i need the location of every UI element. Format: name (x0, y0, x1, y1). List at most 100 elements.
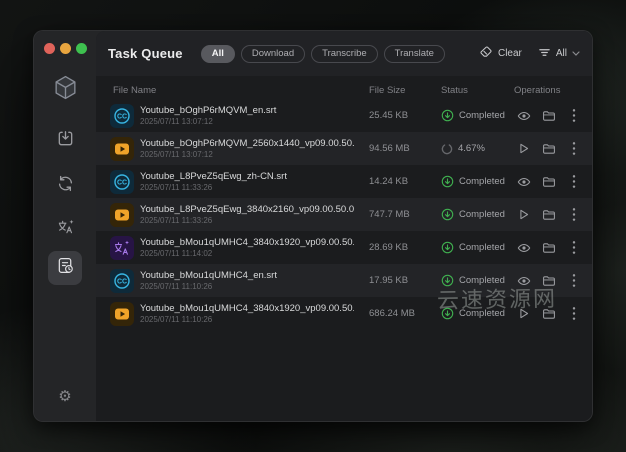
video-play-icon (110, 203, 134, 227)
status-text: Completed (459, 275, 505, 286)
file-name: Youtube_bMou1qUMHC4_en.srt (140, 270, 354, 281)
table-row[interactable]: Youtube_bOghP6rMQVM_2560x1440_vp09.00.50… (96, 132, 592, 165)
folder-icon[interactable] (541, 174, 556, 189)
status-cell: Completed (441, 274, 513, 287)
file-name: Youtube_L8PveZ5qEwg_3840x2160_vp09.00.50… (140, 204, 354, 215)
column-file-name: File Name (113, 85, 369, 96)
filter-dropdown[interactable]: All (538, 46, 580, 62)
spinner-icon (441, 143, 453, 155)
tab-download[interactable]: Download (241, 45, 305, 63)
eye-icon[interactable] (516, 240, 531, 255)
filter-tabs: All Download Transcribe Translate (201, 45, 445, 63)
table-row[interactable]: CCYoutube_bOghP6rMQVM_en.srt2025/07/11 1… (96, 99, 592, 132)
file-name: Youtube_bOghP6rMQVM_2560x1440_vp09.00.50… (140, 138, 354, 149)
table-row[interactable]: Youtube_L8PveZ5qEwg_3840x2160_vp09.00.50… (96, 198, 592, 231)
window-controls (44, 43, 87, 54)
more-icon[interactable] (566, 174, 581, 189)
zoom-window-button[interactable] (76, 43, 87, 54)
file-size: 14.24 KB (369, 176, 441, 187)
desktop-background: ⚙ Task Queue All Download Transcribe Transl… (0, 0, 626, 452)
operations-cell (513, 141, 581, 156)
sidebar-item-task-queue[interactable] (48, 251, 82, 285)
folder-icon[interactable] (541, 306, 556, 321)
download-tray-icon (56, 129, 75, 153)
status-text: Completed (459, 110, 505, 121)
column-operations: Operations (514, 85, 592, 96)
cube-logo (52, 74, 79, 106)
file-date: 2025/07/11 11:14:02 (140, 249, 369, 258)
table-header: File Name File Size Status Operations (96, 82, 592, 99)
folder-icon[interactable] (541, 273, 556, 288)
tab-transcribe[interactable]: Transcribe (311, 45, 378, 63)
filter-dropdown-value: All (556, 48, 567, 59)
column-status: Status (441, 85, 514, 96)
chevron-down-icon (572, 48, 580, 59)
more-icon[interactable] (566, 240, 581, 255)
filter-lines-icon (538, 46, 551, 62)
eye-icon[interactable] (516, 273, 531, 288)
gear-icon: ⚙ (58, 387, 71, 405)
svg-text:CC: CC (117, 113, 127, 120)
play-icon[interactable] (516, 207, 531, 222)
more-icon[interactable] (566, 306, 581, 321)
clear-button[interactable]: Clear (479, 45, 522, 62)
column-file-size: File Size (369, 85, 441, 96)
app-window: ⚙ Task Queue All Download Transcribe Transl… (33, 30, 593, 422)
task-list-icon (56, 256, 75, 280)
eye-icon[interactable] (516, 108, 531, 123)
status-text: 4.67% (458, 143, 485, 154)
play-icon[interactable] (516, 141, 531, 156)
table-row[interactable]: Youtube_bMou1qUMHC4_3840x1920_vp09.00.50… (96, 297, 592, 330)
translate-icon (56, 217, 75, 241)
eye-icon[interactable] (516, 174, 531, 189)
svg-text:CC: CC (117, 179, 127, 186)
sidebar-nav: ⚙ (34, 31, 96, 421)
file-date: 2025/07/11 11:33:26 (140, 183, 369, 192)
tab-translate[interactable]: Translate (384, 45, 445, 63)
status-cell: Completed (441, 307, 513, 320)
more-icon[interactable] (566, 108, 581, 123)
page-title: Task Queue (108, 46, 183, 61)
topbar: Task Queue All Download Transcribe Translat… (96, 31, 592, 76)
file-size: 25.45 KB (369, 110, 441, 121)
file-size: 17.95 KB (369, 275, 441, 286)
status-text: Completed (459, 308, 505, 319)
file-date: 2025/07/11 13:07:12 (140, 150, 369, 159)
table-body: CC Youtube_bOghP6rMQVM_en.srt 2025/07/11 1… (96, 99, 592, 421)
folder-icon[interactable] (541, 108, 556, 123)
table-row[interactable]: Youtube_bMou1qUMHC4_3840x1920_vp09.00.50… (96, 231, 592, 264)
sidebar-item-downloads[interactable] (48, 124, 82, 158)
close-window-button[interactable] (44, 43, 55, 54)
status-completed-icon (441, 241, 454, 254)
translate-file-icon (110, 236, 134, 260)
subtitle-cc-icon: CC (110, 104, 134, 128)
play-icon[interactable] (516, 306, 531, 321)
table-row[interactable]: CCYoutube_bMou1qUMHC4_en.srt2025/07/11 1… (96, 264, 592, 297)
sidebar-item-translate[interactable] (48, 212, 82, 246)
status-completed-icon (441, 208, 454, 221)
video-play-icon (110, 302, 134, 326)
more-icon[interactable] (566, 273, 581, 288)
table-row[interactable]: CC Youtube_L8PveZ5qEwg_zh-CN.srt2025/07/1… (96, 165, 592, 198)
more-icon[interactable] (566, 141, 581, 156)
minimize-window-button[interactable] (60, 43, 71, 54)
operations-cell (513, 174, 581, 189)
file-name: Youtube_bMou1qUMHC4_3840x1920_vp09.00.50… (140, 237, 354, 248)
more-icon[interactable] (566, 207, 581, 222)
status-cell: Completed (441, 208, 513, 221)
folder-icon[interactable] (541, 240, 556, 255)
status-cell: 4.67% (441, 143, 513, 155)
sidebar-item-settings[interactable]: ⚙ (48, 379, 82, 413)
folder-icon[interactable] (541, 207, 556, 222)
eraser-icon (479, 45, 493, 62)
status-completed-icon (441, 109, 454, 122)
status-cell: Completed (441, 241, 513, 254)
sidebar-item-convert[interactable] (48, 169, 82, 203)
file-size: 28.69 KB (369, 242, 441, 253)
folder-icon[interactable] (541, 141, 556, 156)
file-name: Youtube_L8PveZ5qEwg_zh-CN.srt (140, 171, 354, 182)
file-name: Youtube_bOghP6rMQVM_en.srt (140, 105, 354, 116)
tab-all[interactable]: All (201, 45, 235, 63)
operations-cell (513, 273, 581, 288)
operations-cell (513, 108, 581, 123)
